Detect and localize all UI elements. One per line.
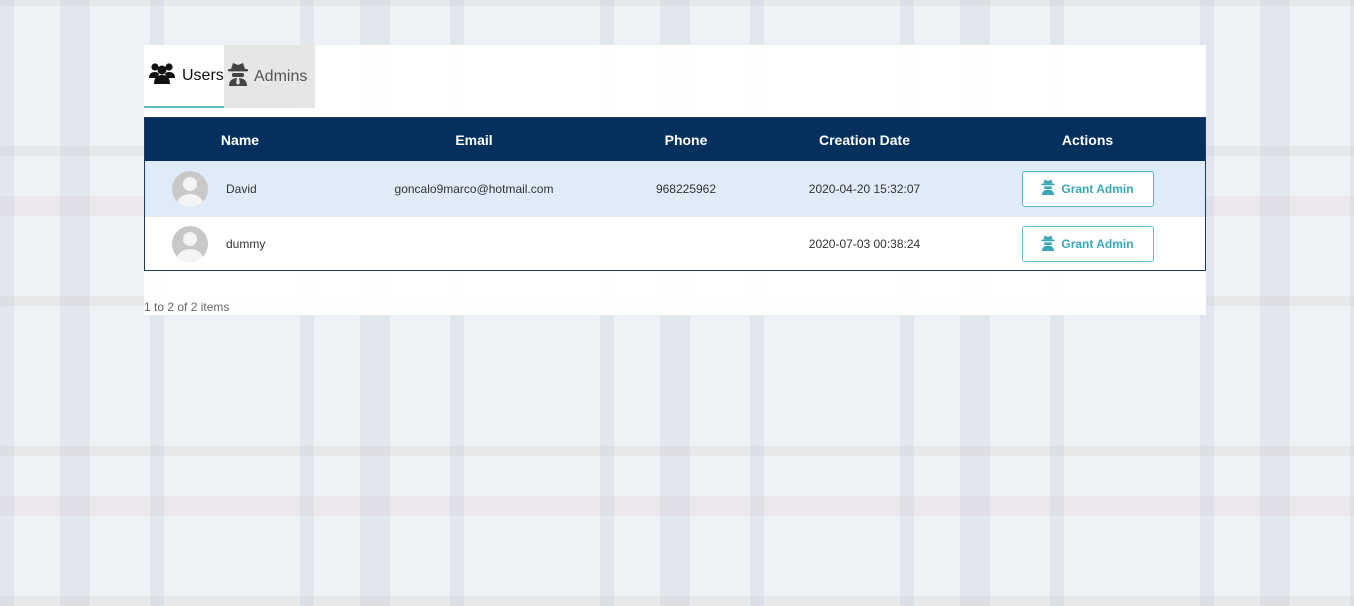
tab-bar: Users Admins [144,45,315,108]
spy-icon [1041,179,1056,198]
col-header-actions: Actions [1061,131,1114,148]
col-header-name[interactable]: Name [145,132,335,148]
grant-admin-label: Grant Admin [1061,181,1134,196]
avatar [172,170,208,207]
table-row[interactable]: dummy 2020-07-03 00:38:24 Grant Admin [145,216,1205,271]
tab-users[interactable]: Users [144,45,224,108]
col-header-phone[interactable]: Phone [613,132,759,148]
user-creation-date: 2020-07-03 00:38:24 [808,237,921,251]
tab-admins-label: Admins [254,67,308,85]
users-icon [148,61,176,90]
avatar [172,226,208,262]
user-creation-date: 2020-04-20 15:32:07 [808,181,921,196]
col-header-creation-date[interactable]: Creation Date [759,132,970,148]
grant-admin-label: Grant Admin [1061,237,1134,251]
user-name: dummy [226,237,266,251]
grant-admin-button[interactable]: Grant Admin [1021,170,1154,207]
spy-icon [1041,235,1056,254]
tab-admins[interactable]: Admins [224,45,315,108]
grant-admin-button[interactable]: Grant Admin [1021,226,1154,262]
spy-icon [228,62,248,91]
tab-users-label: Users [182,66,224,84]
user-email: goncalo9marco@hotmail.com [394,181,554,196]
user-name: David [226,181,257,196]
user-phone: 968225962 [655,181,717,196]
col-header-email[interactable]: Email [335,132,613,148]
pagination-summary: 1 to 2 of 2 items [144,300,230,314]
users-table: Name Email Phone Creation Date Actions D… [144,117,1206,271]
table-row[interactable]: David goncalo9marco@hotmail.com 96822596… [145,161,1205,216]
table-header: Name Email Phone Creation Date Actions [145,118,1205,161]
